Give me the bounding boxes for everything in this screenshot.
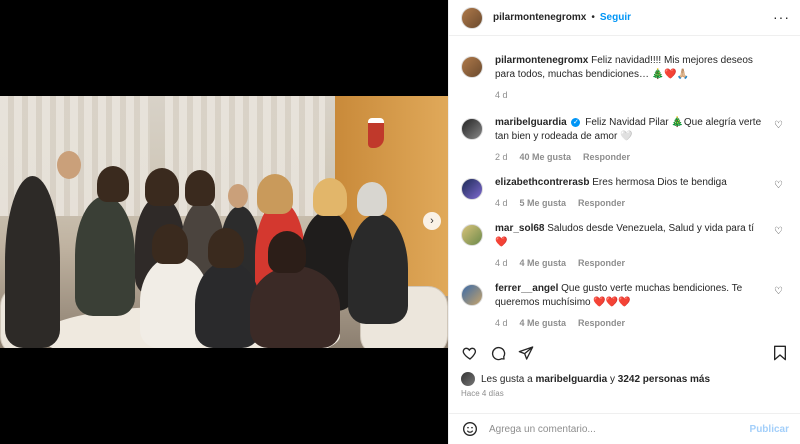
likes-summary: Les gusta a maribelguardia y 3242 person… [461, 372, 710, 386]
like-comment-icon[interactable]: ♡ [774, 286, 783, 297]
person-hair [208, 228, 244, 268]
comment-item: maribelguardia ✓ Feliz Navidad Pilar 🎄Qu… [461, 116, 789, 164]
reply-button[interactable]: Responder [578, 196, 625, 210]
like-comment-icon[interactable]: ♡ [774, 226, 783, 237]
person-hair [313, 178, 347, 216]
verified-badge-icon: ✓ [571, 117, 581, 127]
caption-username[interactable]: pilarmontenegromx [495, 55, 588, 66]
carousel-next-button[interactable]: › [423, 212, 441, 230]
likes-connector: y [609, 373, 615, 385]
post-media: › [0, 0, 448, 444]
reply-button[interactable]: Responder [578, 316, 625, 330]
like-comment-icon[interactable]: ♡ [774, 180, 783, 191]
comment-item: mar_sol68 Saludos desde Venezuela, Salud… [461, 222, 789, 270]
author-username[interactable]: pilarmontenegromx [493, 12, 586, 23]
person-head [57, 151, 81, 179]
caption-time[interactable]: 4 d [495, 88, 508, 102]
comment-item: elizabethcontrerasb Eres hermosa Dios te… [461, 176, 789, 210]
comments-list: pilarmontenegromx Feliz navidad!!!! Mis … [449, 46, 800, 336]
comment-text: Eres hermosa Dios te bendiga [592, 177, 727, 188]
comment-likes[interactable]: 4 Me gusta [520, 256, 567, 270]
emoji-picker-button[interactable] [461, 420, 479, 438]
person-hair [268, 231, 306, 273]
comment-likes[interactable]: 40 Me gusta [520, 150, 572, 164]
comment-item: ferrer__angel Que gusto verte muchas ben… [461, 282, 789, 330]
comment-time[interactable]: 4 d [495, 196, 508, 210]
reply-button[interactable]: Responder [578, 256, 625, 270]
person [5, 176, 60, 348]
commenter-avatar[interactable] [461, 118, 483, 140]
post-header: pilarmontenegromx • Seguir ··· [449, 0, 800, 36]
share-button[interactable] [517, 344, 535, 362]
commenter-avatar[interactable] [461, 224, 483, 246]
post-timestamp[interactable]: Hace 4 días [461, 389, 504, 398]
commenter-username[interactable]: ferrer__angel [495, 283, 558, 294]
follow-button[interactable]: Seguir [600, 12, 631, 23]
comment-likes[interactable]: 5 Me gusta [520, 196, 567, 210]
comment-time[interactable]: 4 d [495, 256, 508, 270]
comment-composer: Publicar [449, 413, 800, 444]
commenter-username[interactable]: mar_sol68 [495, 223, 544, 234]
likes-prefix: Les gusta a [481, 373, 533, 385]
person-hair [257, 174, 293, 214]
likes-count[interactable]: 3242 personas más [618, 374, 710, 385]
comment-time[interactable]: 4 d [495, 316, 508, 330]
person-hair [145, 168, 179, 206]
post-side-panel: pilarmontenegromx • Seguir ··· pilarmont… [448, 0, 800, 444]
like-post-button[interactable] [461, 344, 479, 362]
person-hair [152, 224, 188, 264]
commenter-username[interactable]: maribelguardia [495, 117, 567, 128]
post-photo [0, 96, 448, 348]
person [348, 214, 408, 324]
person-hair [357, 182, 387, 216]
chevron-right-icon: › [430, 215, 434, 227]
liker-avatar[interactable] [461, 372, 475, 386]
person-hair [185, 170, 215, 206]
comment-likes[interactable]: 4 Me gusta [520, 316, 567, 330]
save-button[interactable] [771, 344, 789, 362]
commenter-avatar[interactable] [461, 178, 483, 200]
like-comment-icon[interactable]: ♡ [774, 120, 783, 131]
post-actions [449, 342, 800, 368]
bookmark-icon [774, 345, 786, 361]
separator-dot: • [591, 12, 595, 23]
publish-button[interactable]: Publicar [750, 424, 789, 435]
share-icon [518, 346, 534, 360]
caption: pilarmontenegromx Feliz navidad!!!! Mis … [461, 54, 789, 102]
author-avatar[interactable] [461, 6, 483, 29]
reply-button[interactable]: Responder [583, 150, 630, 164]
person-hair [97, 166, 129, 202]
liker-username[interactable]: maribelguardia [536, 374, 608, 385]
comment-time[interactable]: 2 d [495, 150, 508, 164]
more-options-icon[interactable]: ··· [773, 10, 790, 24]
commenter-avatar[interactable] [461, 284, 483, 306]
comment-icon [491, 346, 506, 361]
emoji-icon [463, 422, 477, 436]
comment-input[interactable] [489, 423, 739, 435]
person [250, 266, 340, 348]
person [75, 196, 135, 316]
commenter-username[interactable]: elizabethcontrerasb [495, 177, 589, 188]
heart-icon [462, 347, 477, 360]
person-head [228, 184, 248, 208]
author-avatar[interactable] [461, 56, 483, 78]
comment-button[interactable] [489, 344, 507, 362]
christmas-stocking [368, 118, 384, 148]
